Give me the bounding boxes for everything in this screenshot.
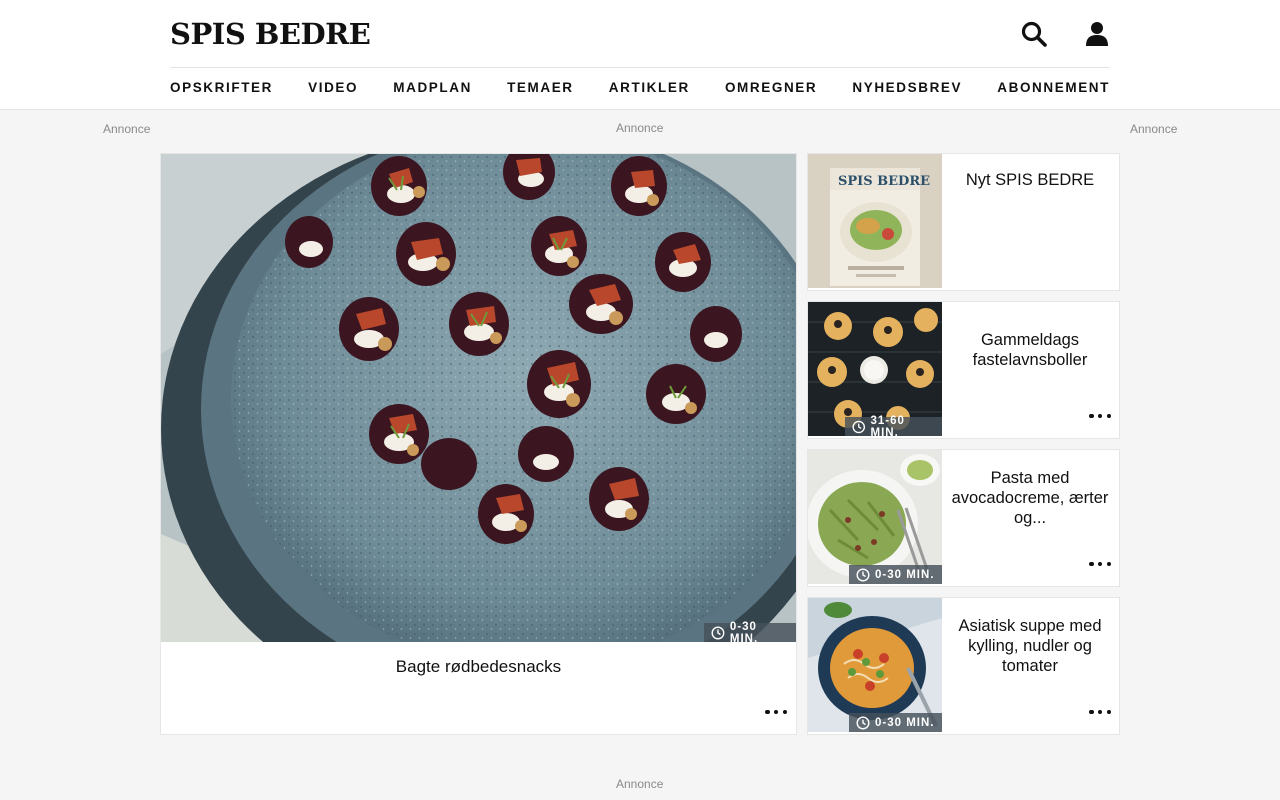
ad-label-left: Annonce: [103, 122, 151, 136]
magazine-card[interactable]: SPIS BEDRE Nyt SPIS BEDRE: [807, 153, 1120, 291]
header-divider: [170, 67, 1110, 68]
recipe-time-badge: 31-60 MIN.: [845, 414, 942, 437]
recipe-card-image[interactable]: 0-30 MIN.: [808, 598, 942, 732]
site-header: SPIS BEDRE OPSKRIFTER VIDEO MADPLAN TEMA…: [0, 0, 1280, 110]
recipe-card[interactable]: 0-30 MIN. Asiatisk suppe med kylling, nu…: [807, 597, 1120, 735]
ad-label-right: Annonce: [1130, 122, 1178, 136]
site-logo[interactable]: SPIS BEDRE: [170, 17, 371, 51]
nav-item-artikler[interactable]: ARTIKLER: [609, 80, 690, 100]
recipe-card[interactable]: 31-60 MIN. Gammeldags fastelavnsboller: [807, 301, 1120, 439]
nav-item-opskrifter[interactable]: OPSKRIFTER: [170, 80, 273, 100]
magazine-cover-title: SPIS BEDRE: [838, 174, 930, 189]
more-options-icon[interactable]: [1089, 412, 1111, 420]
nav-item-abonnement[interactable]: ABONNEMENT: [997, 80, 1110, 100]
nav-item-omregner[interactable]: OMREGNER: [725, 80, 817, 100]
ad-label-center: Annonce: [616, 121, 664, 135]
nav-item-temaer[interactable]: TEMAER: [507, 80, 574, 100]
nav-item-video[interactable]: VIDEO: [308, 80, 358, 100]
recipe-card-title[interactable]: Asiatisk suppe med kylling, nudler og to…: [946, 616, 1114, 676]
recipe-time-badge: 0-30 MIN.: [849, 565, 942, 584]
nav-item-madplan[interactable]: MADPLAN: [393, 80, 472, 100]
hero-recipe-title[interactable]: Bagte rødbedesnacks: [161, 657, 796, 677]
hero-recipe-card[interactable]: 0-30 MIN. Bagte rødbedesnacks: [160, 153, 797, 735]
magazine-cover-image[interactable]: SPIS BEDRE: [808, 154, 942, 288]
clock-icon: [856, 715, 870, 730]
hero-recipe-image[interactable]: 0-30 MIN.: [161, 154, 796, 642]
recipe-card-title[interactable]: Gammeldags fastelavnsboller: [946, 330, 1114, 370]
hero-more-options-icon[interactable]: [765, 708, 787, 716]
hero-time-label: 0-30 MIN.: [729, 620, 759, 643]
recipe-time-badge: 0-30 MIN.: [849, 713, 942, 732]
recipe-time-label: 0-30 MIN.: [875, 568, 935, 581]
magazine-card-title[interactable]: Nyt SPIS BEDRE: [946, 170, 1114, 190]
hero-time-badge: 0-30 MIN.: [704, 620, 796, 643]
more-options-icon[interactable]: [1089, 708, 1111, 716]
recipe-card[interactable]: 0-30 MIN. Pasta med avocadocreme, ærter …: [807, 449, 1120, 587]
main-nav: OPSKRIFTER VIDEO MADPLAN TEMAER ARTIKLER…: [170, 80, 1110, 100]
search-icon[interactable]: [1020, 20, 1048, 48]
more-options-icon[interactable]: [1089, 560, 1111, 568]
clock-icon: [852, 420, 866, 433]
user-icon[interactable]: [1083, 20, 1111, 48]
clock-icon: [711, 626, 725, 639]
nav-item-nyhedsbrev[interactable]: NYHEDSBREV: [852, 80, 962, 100]
recipe-time-label: 31-60 MIN.: [870, 414, 905, 437]
ad-label-bottom: Annonce: [616, 777, 664, 791]
recipe-card-image[interactable]: 0-30 MIN.: [808, 450, 942, 584]
clock-icon: [856, 567, 870, 582]
recipe-time-label: 0-30 MIN.: [875, 716, 935, 729]
recipe-card-image[interactable]: 31-60 MIN.: [808, 302, 942, 436]
recipe-card-title[interactable]: Pasta med avocadocreme, ærter og...: [946, 468, 1114, 528]
